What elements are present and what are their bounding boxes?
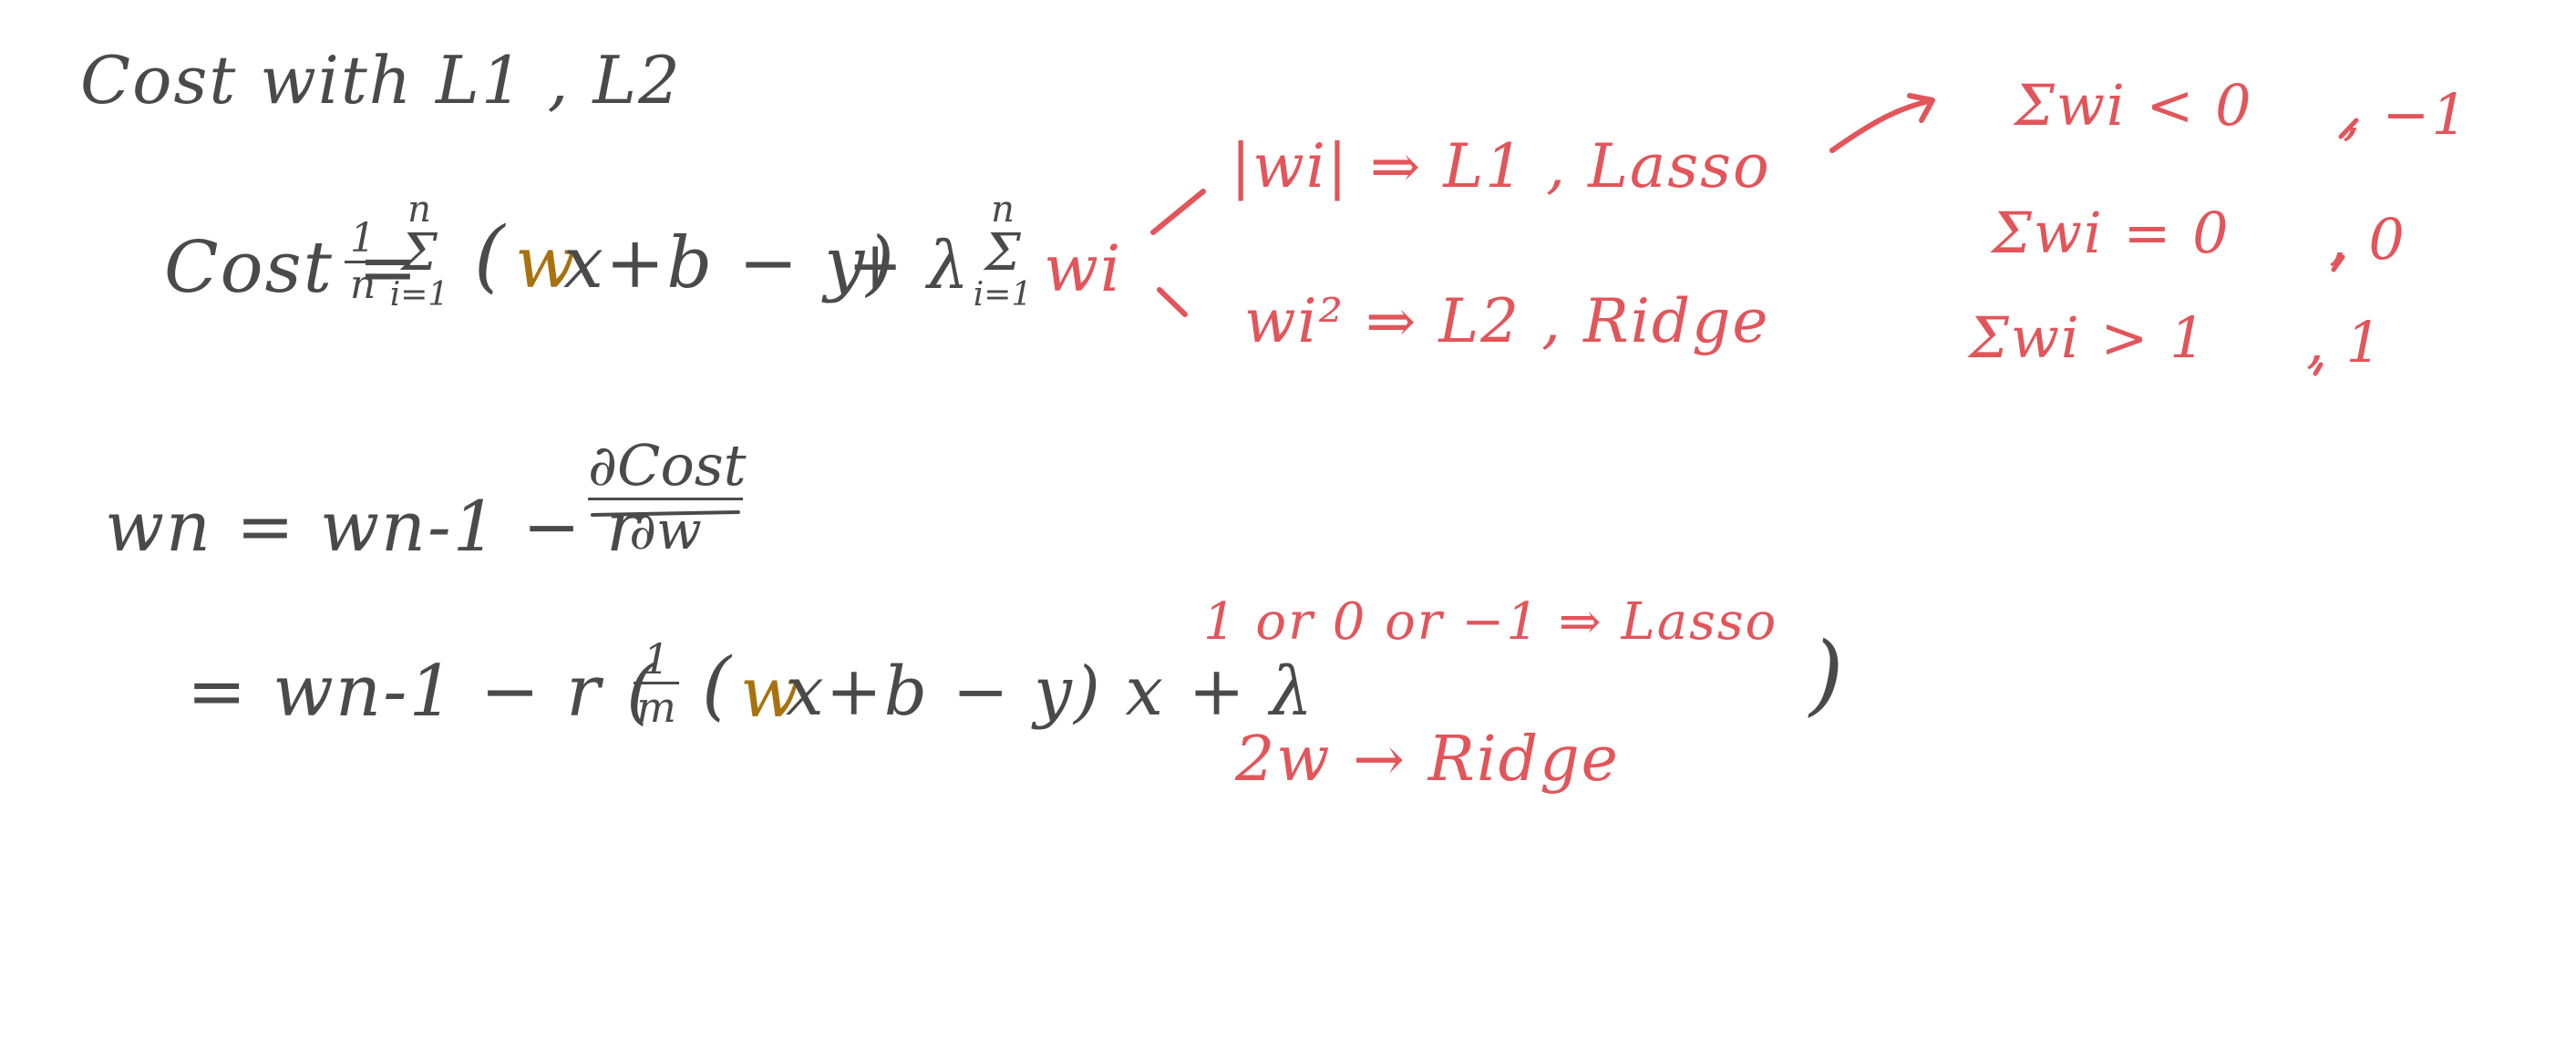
branch-ridge: wi² ⇒ L2 , Ridge	[1244, 286, 1770, 356]
whiteboard-canvas: Cost with L1 , L2 Cost = 1 n n Σ i=1 ( w…	[0, 0, 2576, 1038]
update-lhs: wn = wn-1 − r	[105, 486, 642, 567]
update2-lasso-term: 1 or 0 or −1 ⇒ Lasso	[1203, 592, 1778, 652]
branch-stroke-lower	[1157, 287, 1188, 317]
cost-plus-lambda: + λ	[848, 227, 971, 303]
update2-frac-num: 1	[643, 634, 670, 683]
sign-case-negative-value: , −1	[2343, 81, 2469, 148]
update-deriv-den: ∂w	[629, 499, 702, 561]
sum2-symbol: Σ	[984, 223, 1021, 283]
branch-lasso: |wi| ⇒ L1 , Lasso	[1231, 131, 1771, 201]
sum2-upper: n	[991, 189, 1015, 231]
update-deriv-num: ∂Cost	[588, 432, 747, 498]
sign-case-zero: Σwi = 0	[1992, 200, 2231, 266]
sign-case-negative: Σwi < 0	[2014, 72, 2253, 139]
cost-summation-2: n Σ i=1	[966, 191, 1039, 312]
sign-case-positive-value: , 1	[2306, 309, 2384, 375]
page-title: Cost with L1 , L2	[80, 42, 682, 118]
cost-fraction-num: 1	[350, 215, 376, 262]
cost-fraction: 1 n	[345, 219, 381, 305]
sum-upper: n	[407, 189, 431, 231]
cost-rest-term: x+b − y)	[563, 222, 896, 304]
cost-fraction-den: n	[349, 262, 376, 308]
update2-rest-term: x+b − y) x + λ	[786, 653, 1315, 731]
sign-case-positive: Σwi > 1	[1969, 304, 2208, 371]
sum-lower: i=1	[389, 276, 449, 313]
cost-lhs: Cost =	[164, 227, 420, 309]
cost-wi-term: wi	[1044, 231, 1123, 306]
curved-arrow-icon	[1829, 93, 1935, 153]
cost-open-paren: (	[474, 211, 507, 302]
update2-frac-den: m	[636, 683, 676, 732]
update-derivative: ∂Cost ∂w	[588, 432, 747, 561]
update2-ridge-term: 2w → Ridge	[1235, 724, 1620, 796]
sum2-lower: i=1	[973, 276, 1033, 313]
sum-symbol: Σ	[401, 223, 438, 283]
branch-stroke-upper	[1150, 189, 1206, 235]
update2-close-paren: )	[1809, 623, 1846, 725]
sign-case-zero-value: , 0	[2329, 206, 2406, 272]
update2-fraction: 1 m	[634, 638, 679, 728]
update2-prefix: = wn-1 − r (	[187, 651, 656, 733]
cost-summation: n Σ i=1	[383, 191, 456, 312]
update2-open-paren: (	[702, 642, 733, 729]
